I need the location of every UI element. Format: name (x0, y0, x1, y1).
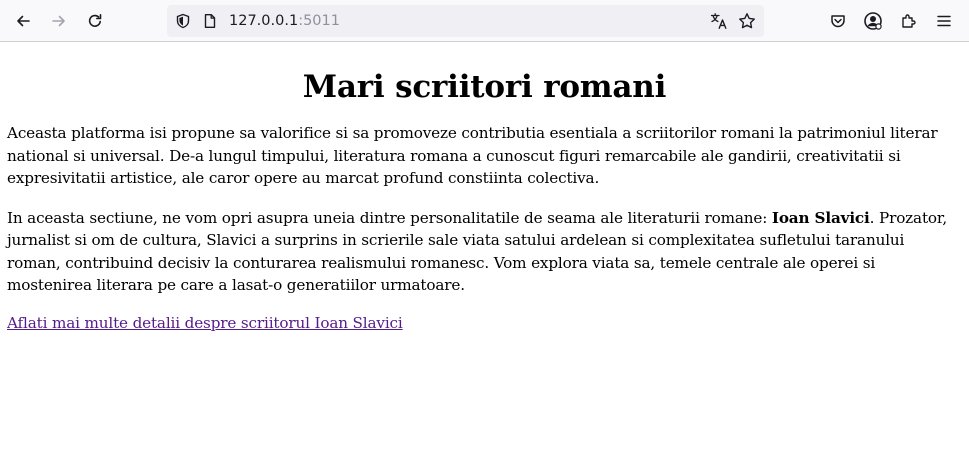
translate-icon[interactable] (710, 12, 728, 30)
browser-toolbar: 127.0.0.1:5011 (0, 0, 969, 42)
url-port: :5011 (298, 13, 340, 29)
author-name: Ioan Slavici (771, 208, 870, 227)
link-container: Aflati mai multe detalii despre scriitor… (7, 312, 962, 335)
star-icon[interactable] (738, 12, 756, 30)
author-details-link[interactable]: Aflati mai multe detalii despre scriitor… (7, 314, 403, 332)
account-icon[interactable] (859, 7, 887, 35)
paragraph-text-before: In aceasta sectiune, ne vom opri asupra … (7, 208, 772, 227)
pocket-icon[interactable] (824, 7, 852, 35)
url-text[interactable]: 127.0.0.1:5011 (229, 12, 340, 30)
back-arrow-icon[interactable] (9, 7, 37, 35)
puzzle-icon[interactable] (895, 7, 923, 35)
url-host: 127.0.0.1 (229, 13, 299, 29)
reload-icon[interactable] (81, 7, 109, 35)
slavici-paragraph: In aceasta sectiune, ne vom opri asupra … (7, 207, 962, 297)
hamburger-menu-icon[interactable] (930, 7, 958, 35)
shield-icon[interactable] (174, 12, 192, 30)
intro-paragraph: Aceasta platforma isi propune sa valorif… (7, 124, 938, 187)
forward-arrow-icon[interactable] (45, 7, 73, 35)
url-bar[interactable]: 127.0.0.1:5011 (167, 5, 764, 37)
page-content: Mari scriitori romani Aceasta platforma … (7, 43, 962, 334)
page-title: Mari scriitori romani (302, 69, 667, 105)
page-icon[interactable] (201, 12, 219, 30)
